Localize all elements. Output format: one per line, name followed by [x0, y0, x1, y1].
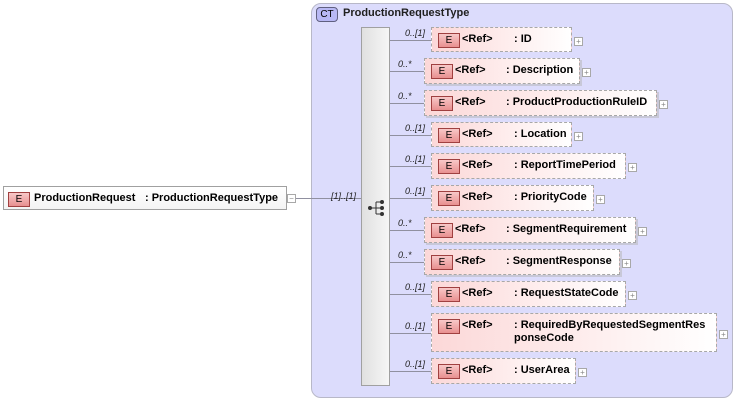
- child-element[interactable]: E <Ref> : SegmentResponse: [424, 249, 620, 275]
- element-name: : ProductProductionRuleID: [506, 96, 648, 108]
- root-multiplicity: [1]..[1]: [331, 191, 357, 201]
- child-multiplicity: 0..[1]: [405, 28, 426, 38]
- ref-label: <Ref>: [462, 364, 493, 376]
- child-element[interactable]: E <Ref> : ProductProductionRuleID: [424, 90, 657, 116]
- child-element[interactable]: E <Ref> : RequiredByRequestedSegmentRes …: [431, 313, 717, 352]
- child-element[interactable]: E <Ref> : Location: [431, 122, 572, 147]
- child-multiplicity: 0..[1]: [405, 123, 426, 133]
- element-badge: E: [438, 159, 460, 174]
- expand-toggle[interactable]: +: [622, 259, 631, 268]
- element-name: : ReportTimePeriod: [514, 159, 616, 171]
- expand-toggle[interactable]: +: [628, 291, 637, 300]
- child-element[interactable]: E <Ref> : ID: [431, 27, 572, 52]
- expand-toggle[interactable]: +: [628, 163, 637, 172]
- child-element[interactable]: E <Ref> : PriorityCode: [431, 185, 594, 211]
- root-element-type: : ProductionRequestType: [145, 192, 279, 204]
- ref-label: <Ref>: [455, 64, 486, 76]
- element-name: : UserArea: [514, 364, 570, 376]
- element-name: : SegmentResponse: [506, 255, 612, 267]
- element-badge: E: [438, 319, 460, 334]
- sequence-icon: [368, 200, 384, 216]
- child-multiplicity: 0..*: [398, 91, 412, 101]
- element-name: : Description: [506, 64, 574, 76]
- child-element[interactable]: E <Ref> : UserArea: [431, 358, 576, 384]
- expand-toggle[interactable]: +: [638, 227, 647, 236]
- ref-label: <Ref>: [455, 255, 486, 267]
- element-badge: E: [431, 96, 453, 111]
- element-badge: E: [438, 287, 460, 302]
- expand-toggle[interactable]: +: [574, 37, 583, 46]
- child-element[interactable]: E <Ref> : ReportTimePeriod: [431, 153, 626, 179]
- ref-label: <Ref>: [455, 96, 486, 108]
- element-badge: E: [438, 191, 460, 206]
- ref-label: <Ref>: [462, 287, 493, 299]
- expand-toggle[interactable]: +: [596, 195, 605, 204]
- element-badge: E: [438, 33, 460, 48]
- element-badge: E: [431, 223, 453, 238]
- child-multiplicity: 0..[1]: [405, 282, 426, 292]
- child-multiplicity: 0..[1]: [405, 359, 426, 369]
- element-badge: E: [8, 192, 30, 207]
- connector-line: [390, 230, 424, 231]
- child-multiplicity: 0..[1]: [405, 154, 426, 164]
- child-element[interactable]: E <Ref> : RequestStateCode: [431, 281, 626, 307]
- connector-line: [390, 135, 431, 136]
- ref-label: <Ref>: [462, 319, 493, 331]
- element-name: : PriorityCode: [514, 191, 587, 203]
- complex-type-badge: CT: [316, 7, 338, 22]
- child-multiplicity: 0..*: [398, 59, 412, 69]
- expand-toggle[interactable]: +: [574, 132, 583, 141]
- element-badge: E: [438, 128, 460, 143]
- connector-line: [390, 40, 431, 41]
- connector-line: [390, 333, 431, 334]
- connector-line: [390, 294, 431, 295]
- child-multiplicity: 0..*: [398, 218, 412, 228]
- root-element-name: ProductionRequest: [34, 192, 136, 204]
- child-multiplicity: 0..[1]: [405, 186, 426, 196]
- expand-toggle[interactable]: +: [659, 100, 668, 109]
- connector-line: [390, 262, 424, 263]
- ref-label: <Ref>: [462, 128, 493, 140]
- ref-label: <Ref>: [462, 33, 493, 45]
- connector-line: [390, 198, 431, 199]
- element-badge: E: [431, 255, 453, 270]
- element-name: : RequiredByRequestedSegmentRes ponseCod…: [514, 319, 706, 344]
- element-name: : Location: [514, 128, 567, 140]
- expand-toggle[interactable]: +: [582, 68, 591, 77]
- element-name: : RequestStateCode: [514, 287, 619, 299]
- ref-label: <Ref>: [462, 191, 493, 203]
- child-element[interactable]: E <Ref> : SegmentRequirement: [424, 217, 636, 243]
- element-name: : SegmentRequirement: [506, 223, 627, 235]
- expand-toggle[interactable]: +: [578, 368, 587, 377]
- child-element[interactable]: E <Ref> : Description: [424, 58, 580, 84]
- complex-type-title: ProductionRequestType: [343, 7, 470, 19]
- element-badge: E: [438, 364, 460, 379]
- child-multiplicity: 0..*: [398, 250, 412, 260]
- root-element[interactable]: E ProductionRequest : ProductionRequestT…: [3, 186, 287, 210]
- child-multiplicity: 0..[1]: [405, 321, 426, 331]
- element-badge: E: [431, 64, 453, 79]
- connector-line: [390, 103, 424, 104]
- ref-label: <Ref>: [462, 159, 493, 171]
- connector-line: [390, 371, 431, 372]
- element-name: : ID: [514, 33, 532, 45]
- collapse-toggle[interactable]: −: [287, 194, 296, 203]
- connector-line: [390, 71, 424, 72]
- expand-toggle[interactable]: +: [719, 330, 728, 339]
- ref-label: <Ref>: [455, 223, 486, 235]
- connector-line: [390, 166, 431, 167]
